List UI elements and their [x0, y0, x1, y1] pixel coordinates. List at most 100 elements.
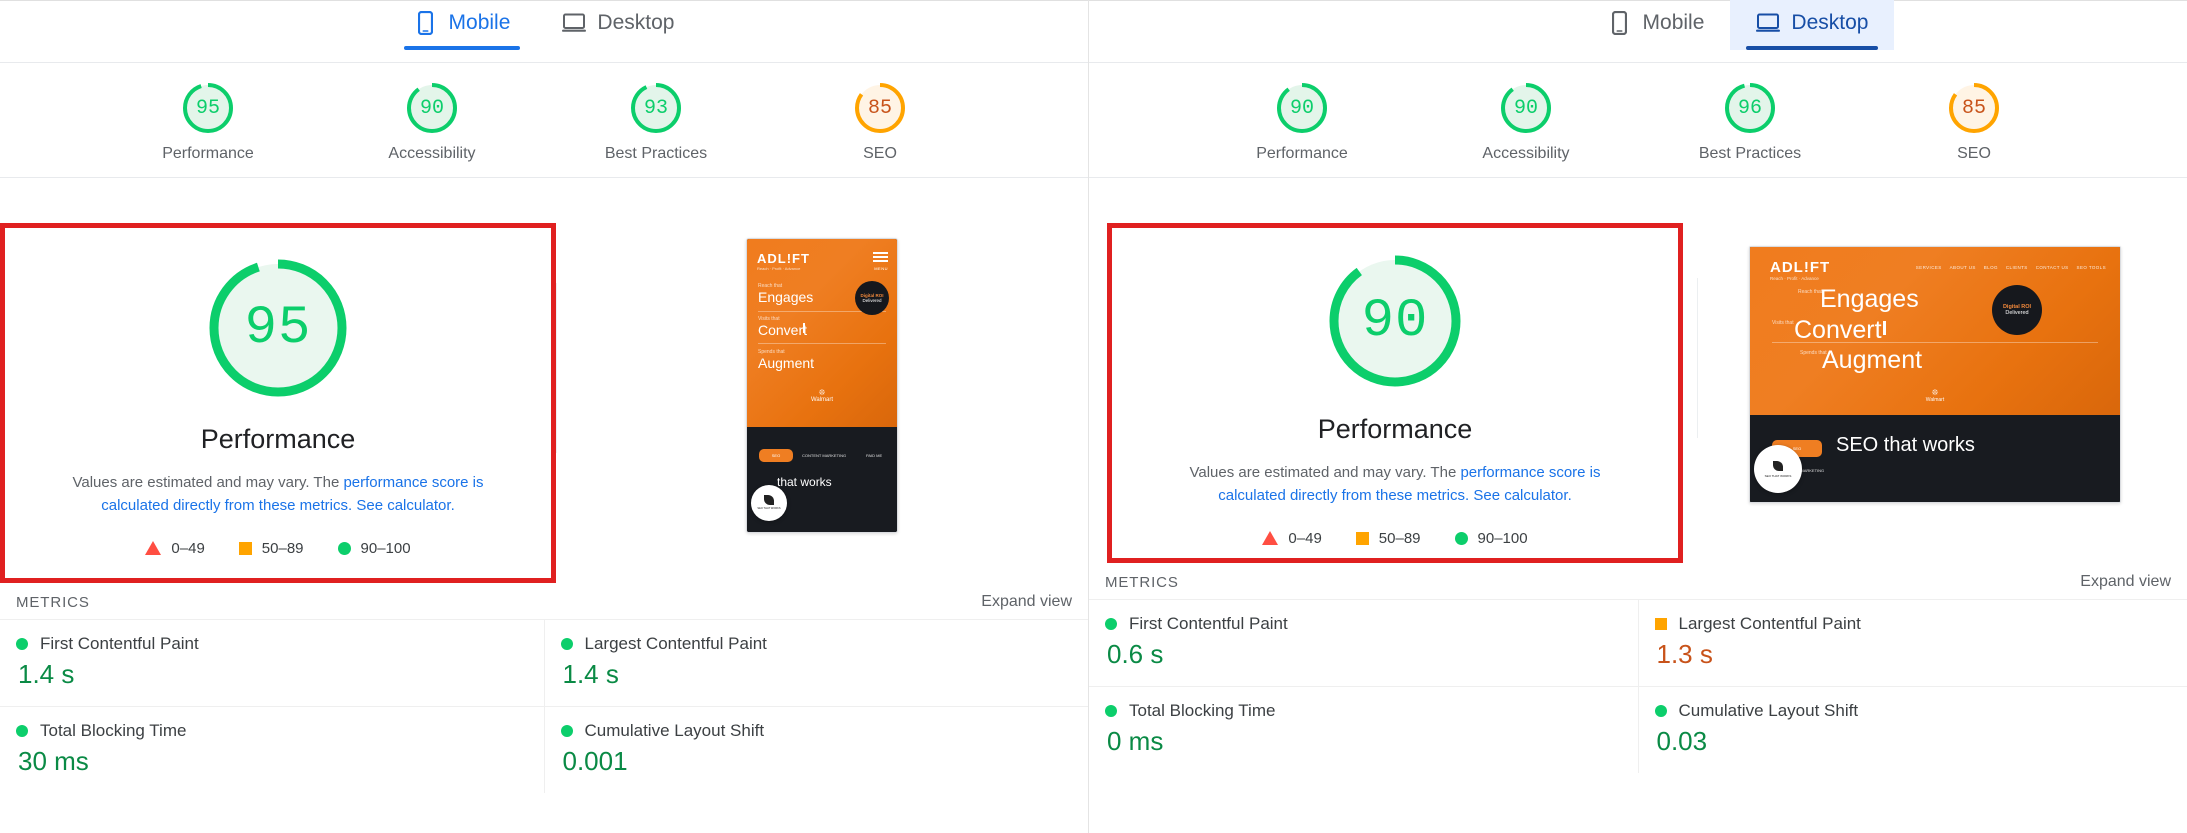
metric-row[interactable]: Cumulative Layout Shift 0.03	[1638, 686, 2187, 773]
site-nav: SERVICES ABOUT US BLOG CLIENTS CONTACT U…	[1916, 265, 2106, 270]
dark-headline: SEO that works	[1836, 434, 1975, 457]
circle-icon	[1454, 531, 1468, 545]
desktop-screenshot-thumbnail[interactable]: ADL!FT Reach · Profit · Advance SERVICES…	[1749, 246, 2121, 503]
scroll-edge-line	[1697, 278, 1698, 438]
status-indicator-icon	[560, 725, 573, 737]
site-tab-seo: SEO	[759, 448, 793, 462]
score-gauge-performance[interactable]: 90 Performance	[1236, 81, 1368, 163]
site-logo-tagline: Reach · Profit · Advance	[757, 266, 801, 271]
client-name: Walmart	[810, 397, 834, 403]
score-ring: 85	[1947, 81, 2001, 135]
square-icon	[238, 541, 252, 555]
scroll-edge-line	[556, 283, 557, 453]
score-ring: 93	[629, 81, 683, 135]
legend-label: 0–49	[1288, 529, 1322, 547]
metric-value: 0 ms	[1107, 726, 1164, 756]
hero-headline-1: Engages	[1820, 285, 1919, 313]
score-legend: 0–49 50–89 90–100	[145, 539, 411, 557]
metric-name: First Contentful Paint	[1129, 614, 1288, 633]
triangle-icon	[1262, 531, 1279, 545]
metrics-title: METRICS	[1105, 573, 1179, 591]
score-label: SEO	[863, 145, 897, 162]
score-gauge-accessibility[interactable]: 90 Accessibility	[1460, 81, 1592, 163]
metrics-column-right: Largest Contentful Paint 1.3 s Cumulativ…	[1637, 599, 2187, 773]
status-indicator-icon	[1654, 705, 1667, 717]
expand-view-button[interactable]: Expand view	[981, 593, 1072, 611]
tab-mobile[interactable]: Mobile	[388, 0, 537, 50]
score-label: Performance	[162, 145, 254, 162]
metric-value: 1.4 s	[18, 659, 75, 689]
metric-row[interactable]: First Contentful Paint 1.4 s	[0, 619, 544, 706]
score-ring: 90	[1499, 81, 1553, 135]
performance-score-value: 90	[1361, 290, 1429, 352]
score-gauge-best-practices[interactable]: 96 Best Practices	[1684, 81, 1816, 163]
see-calculator-link[interactable]: See calculator.	[356, 497, 454, 514]
expand-view-button[interactable]: Expand view	[2080, 573, 2171, 591]
score-gauge-best-practices[interactable]: 93 Best Practices	[590, 81, 722, 163]
hero-headline-3: Augment	[1822, 346, 1923, 374]
legend-item-average: 50–89	[1355, 529, 1421, 547]
form-factor-tabs: Mobile Desktop	[1582, 0, 1895, 50]
menu-label: MENU	[874, 266, 888, 271]
metric-row[interactable]: Largest Contentful Paint 1.3 s	[1638, 599, 2187, 686]
performance-card-highlight: 90 Performance Values are estimated and …	[1107, 223, 1683, 563]
performance-gauge-card: 90 Performance Values are estimated and …	[1107, 223, 1683, 563]
nav-item: BLOG	[1983, 265, 1998, 270]
description-text: Values are estimated and may vary. The	[72, 474, 344, 491]
score-gauge-accessibility[interactable]: 90 Accessibility	[366, 81, 498, 163]
metric-row[interactable]: Cumulative Layout Shift 0.001	[544, 706, 1088, 793]
score-gauge-seo[interactable]: 85 SEO	[814, 81, 946, 163]
floating-badge: SEO THAT WORKS	[1754, 445, 1802, 494]
tab-mobile[interactable]: Mobile	[1582, 0, 1731, 50]
tab-desktop[interactable]: Desktop	[1730, 0, 1895, 50]
metric-value: 0.6 s	[1107, 639, 1164, 669]
see-calculator-link[interactable]: See calculator.	[1473, 487, 1571, 504]
performance-score-value: 95	[244, 297, 312, 359]
score-label: Best Practices	[1698, 145, 1802, 162]
status-indicator-icon	[1105, 705, 1117, 717]
mobile-screenshot-thumbnail[interactable]: ADL!FT Reach · Profit · Advance MENU Rea…	[746, 238, 898, 533]
performance-ring: 90	[1324, 250, 1466, 392]
site-tab-content-marketing: CONTENT MARKETING	[802, 452, 847, 458]
metrics-header: METRICS Expand view	[1089, 563, 2187, 599]
metric-row[interactable]: Largest Contentful Paint 1.4 s	[544, 619, 1088, 706]
floating-badge: SEO THAT WORKS	[751, 484, 787, 521]
site-logo-tagline: Reach · Profit · Advance	[1770, 276, 1819, 281]
tab-desktop[interactable]: Desktop	[536, 0, 700, 50]
score-value: 93	[643, 96, 668, 120]
form-factor-tabbar: Mobile Desktop	[0, 0, 1088, 63]
score-value: 90	[1289, 96, 1314, 120]
spark-icon: ❊	[1931, 388, 1939, 397]
tab-active-underline	[1746, 46, 1879, 50]
nav-item: ABOUT US	[1949, 265, 1976, 270]
dark-headline: that works	[777, 474, 832, 489]
metric-value: 0.001	[562, 746, 628, 776]
score-ring: 90	[1275, 81, 1329, 135]
legend-item-good: 90–100	[337, 539, 411, 557]
metric-row[interactable]: First Contentful Paint 0.6 s	[1089, 599, 1638, 686]
screenshot-thumbnail-column: ADL!FT Reach · Profit · Advance SERVICES…	[1683, 178, 2187, 563]
legend-item-poor: 0–49	[1262, 529, 1322, 547]
metric-row[interactable]: Total Blocking Time 30 ms	[0, 706, 544, 793]
legend-label: 90–100	[360, 539, 411, 557]
legend-label: 50–89	[1378, 529, 1421, 547]
metric-row[interactable]: Total Blocking Time 0 ms	[1089, 686, 1638, 773]
legend-item-average: 50–89	[238, 540, 304, 557]
performance-section: 95 Performance Values are estimated and …	[0, 178, 1088, 583]
score-value: 90	[1513, 96, 1538, 120]
score-label: SEO	[1957, 145, 1991, 162]
score-gauge-performance[interactable]: 95 Performance	[142, 81, 274, 163]
score-label: Best Practices	[604, 145, 708, 162]
desktop-report-panel: Mobile Desktop 90 Performance 90 Accessi…	[1089, 0, 2187, 833]
performance-ring: 95	[204, 254, 352, 402]
desktop-monitor-icon	[1756, 10, 1781, 36]
metrics-column-left: First Contentful Paint 0.6 s Total Block…	[1089, 599, 1638, 773]
site-dark-section: SEO CONTENT MARKETING PAID ME that works…	[747, 426, 897, 532]
score-label: Accessibility	[388, 145, 476, 162]
score-gauge-seo[interactable]: 85 SEO	[1908, 81, 2040, 163]
score-value: 96	[1737, 96, 1762, 120]
performance-card-highlight: 95 Performance Values are estimated and …	[0, 223, 556, 583]
form-factor-tabs: Mobile Desktop	[388, 0, 701, 50]
status-indicator-icon	[1105, 618, 1117, 630]
score-ring: 90	[405, 81, 459, 135]
